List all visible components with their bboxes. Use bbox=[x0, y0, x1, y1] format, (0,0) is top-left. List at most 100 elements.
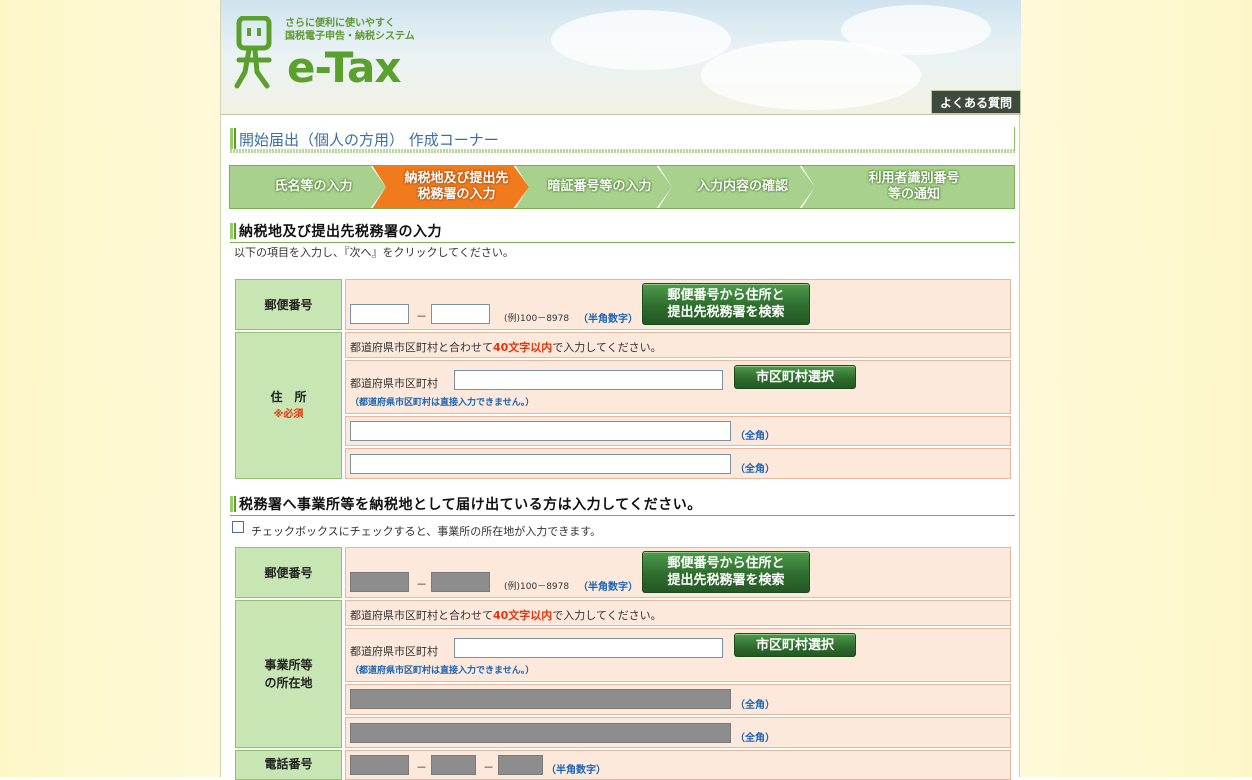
section-title: 税務署へ事業所等を納税地として届け出ている方は入力してください。 bbox=[239, 497, 702, 513]
office-line2-cell: （全角） bbox=[345, 717, 1011, 748]
tagline-line-1: さらに便利に使いやすく bbox=[285, 18, 395, 29]
office-address-line2-input[interactable] bbox=[350, 723, 731, 743]
background-left bbox=[0, 0, 220, 777]
address-line2-input[interactable] bbox=[350, 454, 731, 474]
faq-button[interactable]: よくある質問 bbox=[931, 90, 1021, 114]
address-line2-cell: （全角） bbox=[345, 448, 1011, 479]
postal-dash: － bbox=[416, 578, 427, 591]
prefecture-cell: 都道府県市区町村 市区町村選択 （都道府県市区町村は直接入力できません。） bbox=[345, 360, 1011, 414]
address-note-cell: 都道府県市区町村と合わせて40文字以内で入力してください。 bbox=[345, 332, 1011, 358]
section-bar bbox=[230, 223, 236, 239]
heading-right-rule bbox=[1014, 127, 1015, 151]
page-container: さらに便利に使いやすく 国税電子申告・納税システム e-Tax よくある質問 開… bbox=[220, 0, 1021, 780]
note-text: 都道府県市区町村と合わせて bbox=[350, 341, 493, 354]
fullwidth-hint: （全角） bbox=[735, 733, 775, 744]
address-label: 住 所 ※必須 bbox=[235, 332, 342, 479]
required-mark: ※必須 bbox=[273, 408, 304, 420]
button-label: 提出先税務署を検索 bbox=[667, 573, 785, 588]
progress-steps: 氏名等の入力 納税地及び提出先 税務署の入力 暗証番号等の入力 入力内容の確認 利… bbox=[229, 165, 1015, 209]
fullwidth-hint: （全角） bbox=[735, 431, 775, 442]
note-text: で入力してください。 bbox=[552, 609, 662, 622]
postal-dash: － bbox=[416, 310, 427, 323]
etax-mascot-icon bbox=[234, 16, 272, 89]
office-postal-search-button[interactable]: 郵便番号から住所と 提出先税務署を検索 bbox=[642, 551, 810, 593]
office-postal-cell: － (例)100－8978 （半角数字） 郵便番号から住所と 提出先税務署を検索 bbox=[345, 547, 1011, 598]
heading-bar bbox=[230, 128, 236, 150]
prefecture-label: 都道府県市区町村 bbox=[350, 645, 438, 658]
office-postal-row: 郵便番号 － (例)100－8978 （半角数字） 郵便番号から住所と 提出先税務… bbox=[235, 547, 1011, 598]
fullwidth-hint: （全角） bbox=[735, 700, 775, 711]
office-note-cell: 都道府県市区町村と合わせて40文字以内で入力してください。 bbox=[345, 600, 1011, 626]
office-address-label: 事業所等 の所在地 bbox=[235, 600, 342, 748]
office-prefecture-input[interactable] bbox=[454, 638, 723, 658]
office-postal-label: 郵便番号 bbox=[235, 547, 342, 598]
page-title-text: 開始届出（個人の方用） 作成コーナー bbox=[239, 131, 499, 149]
phone-first-input[interactable] bbox=[350, 755, 409, 775]
postal-code-second-input[interactable] bbox=[431, 304, 490, 324]
site-header: さらに便利に使いやすく 国税電子申告・納税システム e-Tax よくある質問 bbox=[221, 0, 1021, 115]
button-label: 提出先税務署を検索 bbox=[667, 305, 785, 320]
prefecture-label: 都道府県市区町村 bbox=[350, 377, 438, 390]
prefecture-note: （都道府県市区町村は直接入力できません。） bbox=[350, 666, 535, 676]
step-label: 等の通知 bbox=[887, 187, 940, 202]
prefecture-note: （都道府県市区町村は直接入力できません。） bbox=[350, 398, 535, 408]
button-label: 郵便番号から住所と bbox=[667, 556, 785, 571]
office-label-text: 事業所等 bbox=[264, 658, 313, 672]
office-address-line1-input[interactable] bbox=[350, 689, 731, 709]
section-heading-address: 納税地及び提出先税務署の入力 bbox=[230, 223, 1015, 243]
office-label-text: の所在地 bbox=[264, 676, 313, 690]
address-length-note: 都道府県市区町村と合わせて40文字以内で入力してください。 bbox=[350, 339, 662, 355]
phone-third-input[interactable] bbox=[498, 755, 543, 775]
postal-label-text: 郵便番号 bbox=[264, 297, 313, 312]
phone-label-text: 電話番号 bbox=[264, 757, 313, 771]
postal-row: 郵便番号 － (例)100－8978 （半角数字） 郵便番号から住所と 提出先税務… bbox=[235, 279, 1011, 330]
postal-code-first-input[interactable] bbox=[350, 304, 409, 324]
background-right bbox=[1020, 0, 1252, 777]
office-postal-second-input[interactable] bbox=[431, 572, 490, 592]
office-city-select-button[interactable]: 市区町村選択 bbox=[734, 633, 856, 657]
postal-label-text: 郵便番号 bbox=[264, 565, 313, 580]
postal-hint: （半角数字） bbox=[578, 582, 638, 593]
fullwidth-hint: （全角） bbox=[735, 464, 775, 475]
office-line1-cell: （全角） bbox=[345, 684, 1011, 715]
heading-underline bbox=[230, 149, 1015, 153]
phone-hint: （半角数字） bbox=[546, 765, 606, 776]
postal-hint: （半角数字） bbox=[578, 314, 638, 325]
section-bar bbox=[230, 496, 236, 512]
phone-label: 電話番号 bbox=[235, 750, 342, 780]
postal-label: 郵便番号 bbox=[235, 279, 342, 330]
office-address-checkbox[interactable] bbox=[232, 521, 244, 533]
step-confirm: 入力内容の確認 bbox=[658, 165, 815, 209]
address-line1-cell: （全角） bbox=[345, 416, 1011, 446]
button-label: 郵便番号から住所と bbox=[667, 288, 785, 303]
section-underline bbox=[230, 242, 1015, 243]
office-length-note: 都道府県市区町村と合わせて40文字以内で入力してください。 bbox=[350, 607, 662, 623]
step-name-entry: 氏名等の入力 bbox=[229, 165, 386, 209]
step-address-entry: 納税地及び提出先 税務署の入力 bbox=[372, 165, 529, 209]
step-label: 氏名等の入力 bbox=[274, 179, 353, 194]
postal-example: (例)100－8978 bbox=[504, 314, 570, 324]
postal-search-button[interactable]: 郵便番号から住所と 提出先税務署を検索 bbox=[642, 283, 810, 325]
step-label: 利用者識別番号 bbox=[868, 171, 960, 186]
step-id-notice: 利用者識別番号 等の通知 bbox=[801, 165, 1015, 209]
address-line1-input[interactable] bbox=[350, 421, 731, 441]
page-title: 開始届出（個人の方用） 作成コーナー bbox=[230, 127, 1015, 153]
tagline-line-2: 国税電子申告・納税システム bbox=[285, 31, 415, 42]
step-label: 入力内容の確認 bbox=[696, 179, 788, 194]
note-text: で入力してください。 bbox=[552, 341, 662, 354]
prefecture-city-input[interactable] bbox=[454, 370, 723, 390]
city-select-button[interactable]: 市区町村選択 bbox=[734, 365, 856, 389]
address-label-text: 住 所 bbox=[270, 389, 307, 404]
step-label: 納税地及び提出先 bbox=[404, 171, 509, 186]
cloud-decoration bbox=[551, 10, 731, 70]
note-limit: 40文字以内 bbox=[493, 341, 553, 354]
note-limit: 40文字以内 bbox=[493, 609, 553, 622]
office-postal-first-input[interactable] bbox=[350, 572, 409, 592]
phone-dash: － bbox=[483, 761, 494, 774]
instruction-text: 以下の項目を入力し、『次へ』をクリックしてください。 bbox=[234, 246, 514, 259]
etax-logo[interactable]: e-Tax bbox=[287, 44, 401, 92]
cloud-decoration bbox=[841, 5, 991, 55]
checkbox-label: チェックボックスにチェックすると、事業所の所在地が入力できます。 bbox=[251, 525, 602, 538]
phone-second-input[interactable] bbox=[431, 755, 476, 775]
note-text: 都道府県市区町村と合わせて bbox=[350, 609, 493, 622]
